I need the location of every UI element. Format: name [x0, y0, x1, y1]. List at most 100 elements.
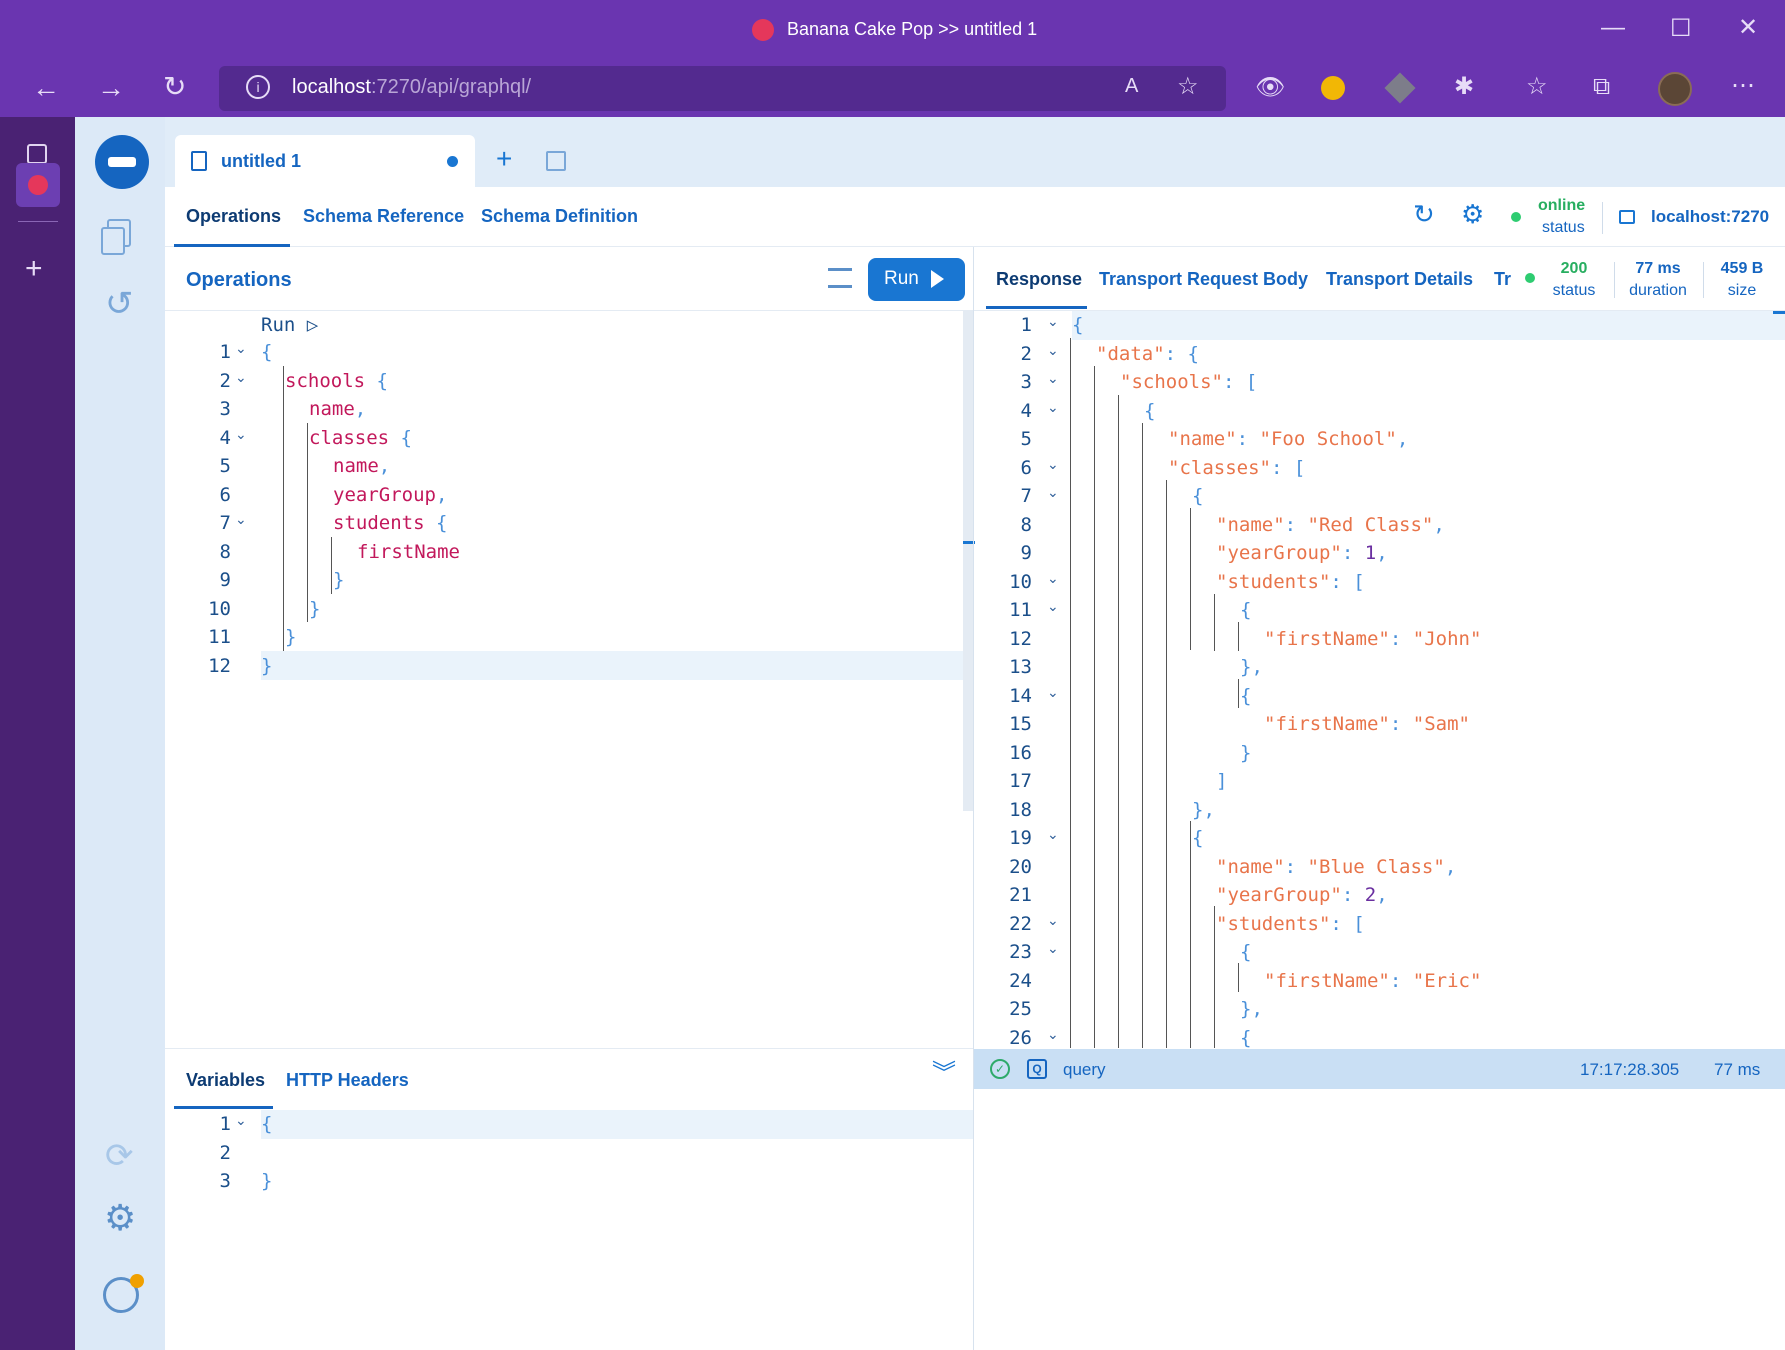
fold-chevron-icon[interactable]: ⌄ [1047, 564, 1059, 593]
fold-chevron-icon[interactable]: ⌄ [235, 363, 247, 392]
line-number: 9 [1020, 542, 1032, 564]
line-number: 5 [1020, 428, 1032, 450]
code-line: "classes": [ [1168, 456, 1306, 479]
browser-vertical-strip: + [0, 117, 75, 1350]
code-line: name, [333, 455, 391, 477]
extension-icon[interactable] [1321, 76, 1345, 100]
line-number: 13 [1009, 656, 1032, 678]
fold-chevron-icon[interactable]: ⌄ [235, 505, 247, 534]
document-tab[interactable]: untitled 1 [175, 135, 475, 187]
fold-chevron-icon[interactable]: ⌄ [1047, 478, 1059, 507]
tab-operations-underline [174, 244, 290, 247]
fold-chevron-icon[interactable]: ⌄ [1047, 393, 1059, 422]
editor-scrollbar[interactable] [963, 311, 973, 811]
extension-cube-icon[interactable] [1384, 72, 1416, 104]
line-number: 7 [1020, 485, 1032, 507]
indent-guide [1214, 906, 1215, 1048]
forward-icon[interactable]: → [97, 74, 125, 102]
play-icon [931, 270, 944, 288]
tab-transport-request-body[interactable]: Transport Request Body [1099, 269, 1308, 290]
response-viewer[interactable]: 1 ⌄ {2 ⌄ "data": {3 ⌄ "schools": [4 ⌄ {5 "name": … [974, 311, 1785, 1048]
refresh-schema-icon[interactable]: ↻ [1413, 201, 1435, 227]
history-row[interactable]: ✓ Q query 17:17:28.305 77 ms [974, 1049, 1785, 1089]
line-number: 8 [1020, 513, 1032, 536]
history-duration: 77 ms [1714, 1060, 1761, 1079]
code-line: }, [1240, 998, 1263, 1020]
favorites-icon[interactable]: ☆ [1526, 75, 1548, 99]
add-tab-icon[interactable]: + [496, 145, 512, 173]
url-path: :7270/api/graphql/ [370, 76, 532, 98]
tab-schema-definition[interactable]: Schema Definition [481, 206, 638, 227]
fold-chevron-icon[interactable]: ⌄ [235, 420, 247, 449]
tab-transport-details[interactable]: Transport Details [1326, 269, 1473, 290]
site-info-icon[interactable]: i [246, 75, 270, 99]
fold-chevron-icon[interactable]: ⌄ [235, 1106, 247, 1135]
codelens-run[interactable]: Run ▷ [261, 311, 318, 340]
stat-divider [1703, 262, 1704, 298]
code-line: { [1240, 684, 1252, 707]
tab-response-underline [986, 306, 1087, 309]
line-number: 23 [1009, 941, 1032, 963]
response-duration-label: duration [1629, 282, 1687, 299]
tab-variables[interactable]: Variables [186, 1070, 265, 1091]
extensions-puzzle-icon[interactable]: ✱ [1454, 75, 1474, 99]
stat-divider [1614, 262, 1615, 298]
fold-chevron-icon[interactable]: ⌄ [1047, 336, 1059, 365]
minimize-icon[interactable]: — [1601, 16, 1625, 40]
fold-chevron-icon[interactable]: ⌄ [1047, 450, 1059, 479]
line-number: 1 [1020, 314, 1032, 336]
response-size-value: 459 B [1720, 260, 1764, 277]
fold-chevron-icon[interactable]: ⌄ [1047, 311, 1059, 336]
fold-chevron-icon[interactable]: ⌄ [1047, 906, 1059, 935]
indent-guide [307, 423, 308, 622]
tab-operations[interactable]: Operations [186, 206, 281, 227]
eye-icon[interactable]: 👁 [1255, 76, 1285, 100]
history-operation-type: query [1063, 1060, 1106, 1079]
operations-editor[interactable]: Run ▷ 1 ⌄{2 ⌄ schools {3 name, 4 ⌄ classes {5 na… [165, 311, 975, 1048]
back-icon[interactable]: ← [32, 74, 60, 102]
settings-gear-icon[interactable]: ⚙ [104, 1200, 136, 1236]
maximize-icon[interactable]: ☐ [1670, 17, 1692, 41]
save-icon[interactable] [546, 151, 566, 171]
address-bar[interactable]: i localhost:7270/api/graphql/ A ☆ [219, 66, 1226, 111]
tab-http-headers[interactable]: HTTP Headers [286, 1070, 409, 1091]
run-button-label: Run [884, 268, 919, 289]
tab-actions-icon[interactable] [27, 144, 47, 164]
url-text: localhost:7270/api/graphql/ [292, 76, 531, 99]
history-icon[interactable]: ↺ [105, 287, 134, 321]
line-number: 1 [219, 1113, 231, 1135]
read-aloud-icon[interactable]: A [1125, 76, 1138, 96]
fold-chevron-icon[interactable]: ⌄ [1047, 364, 1059, 393]
collections-icon[interactable]: ⧉ [1593, 75, 1610, 99]
fold-chevron-icon[interactable]: ⌄ [235, 334, 247, 363]
code-line: } [261, 1170, 273, 1192]
line-number: 12 [208, 654, 231, 677]
add-favorite-icon[interactable]: ☆ [1177, 75, 1199, 99]
connection-settings-icon[interactable]: ⚙ [1461, 201, 1484, 227]
tab-truncated[interactable]: Tr [1494, 269, 1511, 290]
fold-chevron-icon[interactable]: ⌄ [1047, 592, 1059, 621]
code-line: { [1240, 1026, 1252, 1049]
reload-icon[interactable]: ↻ [163, 73, 186, 101]
fold-chevron-icon[interactable]: ⌄ [1047, 820, 1059, 849]
more-icon[interactable]: ⋯ [1731, 74, 1755, 98]
code-line: firstName [357, 540, 460, 563]
prettify-icon[interactable] [828, 268, 852, 288]
banana-cake-pop-tab-icon [28, 175, 48, 195]
profile-avatar[interactable] [1658, 72, 1692, 106]
tab-response[interactable]: Response [996, 269, 1082, 290]
line-number: 3 [1020, 371, 1032, 393]
fold-chevron-icon[interactable]: ⌄ [1047, 934, 1059, 963]
endpoint-label[interactable]: localhost:7270 [1651, 207, 1769, 227]
line-number: 10 [208, 597, 231, 620]
fold-chevron-icon[interactable]: ⌄ [1047, 678, 1059, 707]
run-button[interactable]: Run [868, 258, 965, 301]
collapse-panel-icon[interactable]: ︾ [932, 1062, 956, 1086]
sync-icon[interactable]: ⟳ [105, 1139, 134, 1173]
new-tab-icon[interactable]: + [25, 254, 43, 284]
variables-editor[interactable]: 1 ⌄{2 3} [165, 1110, 973, 1350]
indent-guide [1094, 366, 1095, 1048]
tab-schema-reference[interactable]: Schema Reference [303, 206, 464, 227]
close-window-icon[interactable]: ✕ [1738, 16, 1758, 40]
fold-chevron-icon[interactable]: ⌄ [1047, 1020, 1059, 1049]
